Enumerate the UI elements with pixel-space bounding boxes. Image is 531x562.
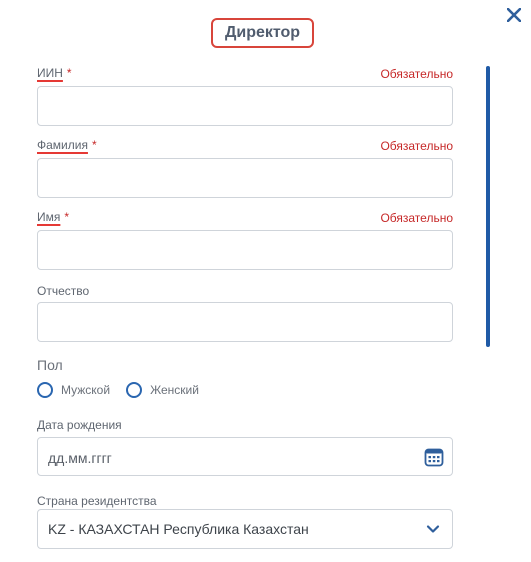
gender-male-radio[interactable]: Мужской xyxy=(37,382,110,398)
patronymic-label: Отчество xyxy=(37,284,90,298)
scrollbar[interactable] xyxy=(486,66,490,347)
birth-date-placeholder: дд.мм.гггг xyxy=(48,450,112,466)
name-label-row: Имя * xyxy=(37,210,69,224)
required-star: * xyxy=(66,66,72,80)
surname-required-text: Обязательно xyxy=(380,139,453,153)
residence-country-value: KZ - КАЗАХСТАН Республика Казахстан xyxy=(48,521,309,537)
calendar-icon xyxy=(424,448,444,467)
birth-date-label: Дата рождения xyxy=(37,418,122,432)
iin-field[interactable] xyxy=(37,86,453,126)
surname-label-row: Фамилия * xyxy=(37,138,97,152)
patronymic-field[interactable] xyxy=(37,302,453,342)
name-label: Имя xyxy=(37,210,61,224)
residence-country-label: Страна резидентства xyxy=(37,494,157,508)
iin-required-text: Обязательно xyxy=(380,67,453,81)
gender-radio-group: Мужской Женский xyxy=(37,382,215,398)
surname-field[interactable] xyxy=(37,158,453,198)
name-field[interactable] xyxy=(37,230,453,270)
radio-circle xyxy=(126,382,143,398)
radio-circle xyxy=(37,382,53,398)
gender-label: Пол xyxy=(37,357,63,373)
birth-date-field[interactable]: дд.мм.гггг xyxy=(37,437,453,476)
close-button[interactable] xyxy=(503,4,525,26)
surname-label: Фамилия xyxy=(37,138,88,152)
chevron-down-icon xyxy=(426,525,440,533)
required-star: * xyxy=(91,138,97,152)
residence-country-select[interactable]: KZ - КАЗАХСТАН Республика Казахстан xyxy=(37,509,453,549)
required-star: * xyxy=(64,210,70,224)
iin-label: ИИН xyxy=(37,66,63,80)
gender-male-label: Мужской xyxy=(61,383,111,397)
dialog-title: Директор xyxy=(211,18,314,48)
gender-female-label: Женский xyxy=(150,383,199,397)
close-icon xyxy=(507,8,521,22)
name-required-text: Обязательно xyxy=(380,211,453,225)
gender-female-radio[interactable]: Женский xyxy=(126,382,199,398)
calendar-button[interactable] xyxy=(424,447,444,467)
iin-label-row: ИИН * xyxy=(37,66,72,80)
